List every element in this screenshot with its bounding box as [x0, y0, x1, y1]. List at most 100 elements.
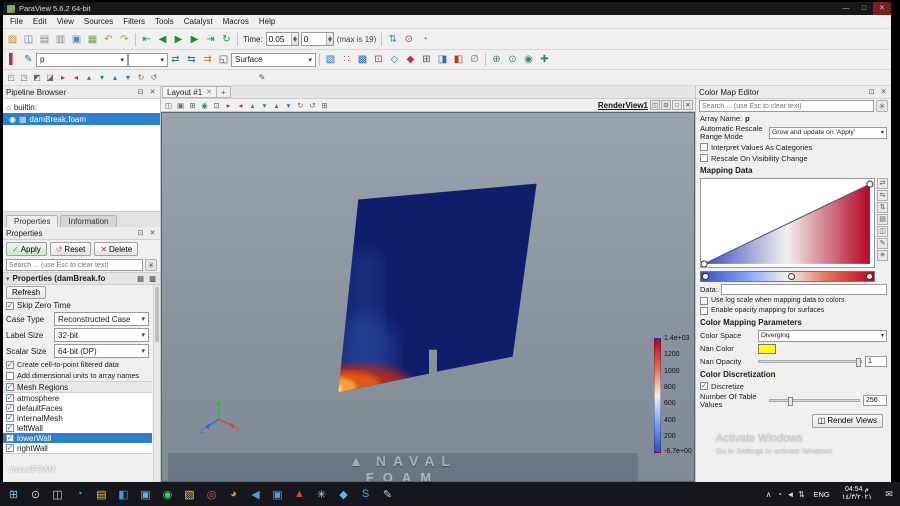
minus-x-camera-icon[interactable]: ◂ — [235, 100, 246, 111]
acrobat-icon[interactable]: ▲ — [289, 484, 310, 504]
first-frame-button[interactable]: ⇤ — [139, 32, 154, 47]
log-scale-checkbox[interactable] — [700, 296, 708, 305]
menu-item[interactable]: File — [5, 17, 28, 26]
settings-icon[interactable]: ✳ — [311, 484, 332, 504]
select-points-through-icon[interactable]: ⊡ — [371, 52, 386, 67]
plus-x-view-icon[interactable]: ▸ — [57, 72, 69, 84]
plus-y-view-icon[interactable]: ▴ — [83, 72, 95, 84]
interaction-mode-icon[interactable]: ◩ — [31, 72, 43, 84]
region-checkbox[interactable] — [6, 404, 14, 412]
task-view-button[interactable]: ◫ — [47, 484, 68, 504]
color-stop-handle[interactable] — [702, 272, 709, 280]
minus-x-view-icon[interactable]: ◂ — [70, 72, 82, 84]
close-panel-icon[interactable]: ✕ — [879, 88, 888, 96]
properties-search-input[interactable] — [6, 259, 143, 271]
rotate-90-cw-icon[interactable]: ↻ — [135, 72, 147, 84]
rescale-custom-range-icon[interactable]: ⇆ — [877, 189, 888, 201]
scrollbar-thumb[interactable] — [155, 287, 159, 342]
delete-button[interactable]: ✕ Delete — [94, 242, 139, 256]
opacity-mapping-checkbox[interactable] — [700, 306, 708, 315]
plus-y-camera-icon[interactable]: ▴ — [247, 100, 258, 111]
table-values-slider[interactable] — [769, 397, 860, 407]
start-button[interactable]: ⊞ — [3, 484, 24, 504]
slider-knob[interactable] — [856, 357, 861, 367]
region-checkbox[interactable] — [6, 444, 14, 452]
load-state-icon[interactable]: ▥ — [53, 32, 68, 47]
color-stop-handle[interactable] — [787, 272, 795, 280]
select-cells-on-surface-icon[interactable]: ▧ — [323, 52, 338, 67]
menu-item[interactable]: View — [52, 17, 79, 26]
label-size-dropdown[interactable]: 32-bit — [54, 328, 149, 342]
representation-dropdown[interactable]: Surface — [231, 52, 316, 67]
menu-item[interactable]: Macros — [218, 17, 254, 26]
close-panel-icon[interactable]: ✕ — [148, 88, 157, 96]
snipping-icon[interactable]: ✎ — [377, 484, 398, 504]
vscode-icon[interactable]: ◧ — [113, 484, 134, 504]
interactive-select-points-icon[interactable]: ◧ — [451, 52, 466, 67]
toggle-color-legend-icon[interactable]: ▌ — [5, 52, 20, 67]
copy-properties-icon[interactable]: ▤ — [136, 275, 145, 283]
apply-button[interactable]: ✓ Apply — [6, 242, 47, 256]
choose-preset-icon[interactable]: ▤ — [877, 213, 888, 225]
rescale-visibility-checkbox[interactable] — [700, 154, 708, 163]
network-icon[interactable]: ⇅ — [797, 490, 807, 499]
select-cells-through-icon[interactable]: ▩ — [355, 52, 370, 67]
color-legend[interactable]: 1.4e+03 1200 1000 800 600 400 200 -6.7e+… — [654, 335, 694, 458]
next-frame-button[interactable]: ▶ — [187, 32, 202, 47]
find-data-icon[interactable]: ⊙ — [401, 32, 416, 47]
color-stop-handle[interactable] — [866, 272, 873, 280]
time-inspector-icon[interactable]: ◔ — [417, 32, 432, 47]
edit-color-legend-icon[interactable]: ✎ — [256, 72, 268, 84]
search-button[interactable]: ⊙ — [25, 484, 46, 504]
plus-x-camera-icon[interactable]: ▸ — [223, 100, 234, 111]
rescale-to-custom-range-icon[interactable]: ⇆ — [184, 52, 199, 67]
time-value-input[interactable] — [266, 33, 291, 45]
table-values-input[interactable] — [863, 395, 887, 407]
chrome-icon[interactable]: ◎ — [201, 484, 222, 504]
maximize-view-icon[interactable]: □ — [672, 100, 682, 110]
cme-search-gear-icon[interactable]: ✳ — [876, 100, 888, 112]
mesh-region-row[interactable]: leftWall — [3, 423, 152, 433]
minus-y-camera-icon[interactable]: ▾ — [259, 100, 270, 111]
close-layout-tab-icon[interactable]: ✕ — [206, 88, 212, 96]
discretize-checkbox[interactable] — [700, 382, 708, 391]
transfer-function-editor[interactable] — [700, 177, 875, 268]
reset-camera-icon[interactable]: ◉ — [521, 52, 536, 67]
slider-knob[interactable] — [787, 397, 793, 407]
data-value-input[interactable] — [720, 283, 887, 295]
color-space-dropdown[interactable]: Diverging — [758, 329, 887, 342]
plus-z-camera-icon[interactable]: ▴ — [271, 100, 282, 111]
save-preset-icon[interactable]: ◫ — [877, 225, 888, 237]
mesh-region-row-selected[interactable]: lowerWall — [3, 433, 152, 443]
nan-color-swatch[interactable] — [758, 343, 776, 354]
spinner-arrows-icon[interactable] — [325, 33, 333, 45]
render-view-label[interactable]: RenderView1 — [598, 101, 648, 110]
tray-expand-icon[interactable]: ∧ — [764, 490, 774, 499]
volume-icon[interactable]: ◄ — [786, 490, 796, 499]
split-horizontal-icon[interactable]: ◫ — [650, 100, 660, 110]
redo-icon[interactable]: ↷ — [117, 32, 132, 47]
close-button[interactable]: ✕ — [873, 2, 891, 15]
undock-panel-icon[interactable]: ⊡ — [136, 229, 145, 237]
select-points-on-surface-icon[interactable]: ∷ — [339, 52, 354, 67]
render-viewport[interactable]: Y X Z 1.4e+03 1200 1000 800 600 400 200 — [161, 112, 695, 482]
save-screenshot-icon[interactable]: ▣ — [69, 32, 84, 47]
layout-tab[interactable]: Layout #1 ✕ — [162, 86, 218, 98]
scalar-size-dropdown[interactable]: 64-bit (DP) — [54, 344, 149, 358]
undo-icon[interactable]: ↶ — [101, 32, 116, 47]
mesh-region-row[interactable]: defaultFaces — [3, 403, 152, 413]
spinner-arrows-icon[interactable] — [290, 33, 298, 45]
edge-icon[interactable]: ◔ — [69, 484, 90, 504]
language-indicator[interactable]: ENG — [811, 490, 833, 499]
save-data-icon[interactable]: ◫ — [21, 32, 36, 47]
export-scene-icon[interactable]: ◫ — [163, 100, 174, 111]
undock-panel-icon[interactable]: ⊡ — [136, 88, 145, 96]
rescale-over-time-icon[interactable]: ⇉ — [200, 52, 215, 67]
close-panel-icon[interactable]: ✕ — [148, 229, 157, 237]
render-views-button[interactable]: ◫ Render Views — [811, 413, 883, 428]
reset-button[interactable]: ↺ Reset — [49, 242, 92, 256]
select-cells-polygon-icon[interactable]: ◇ — [387, 52, 402, 67]
skype-icon[interactable]: S — [355, 484, 376, 504]
orientation-axes-widget[interactable]: Y X Z — [200, 398, 240, 434]
rescale-to-data-range-icon[interactable]: ⇄ — [168, 52, 183, 67]
